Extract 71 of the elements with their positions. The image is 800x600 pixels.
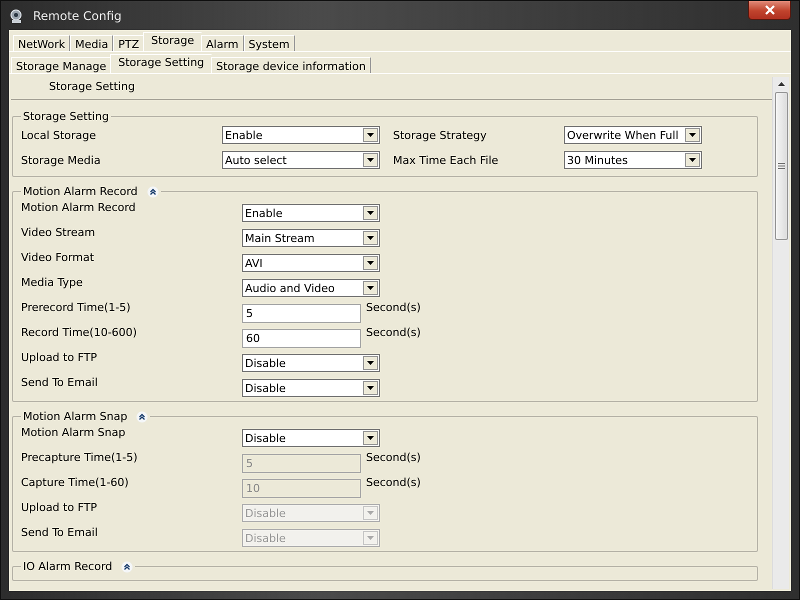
- unit-label: Second(s): [366, 301, 421, 314]
- caret-icon: [367, 436, 374, 440]
- field-label: Video Stream: [21, 226, 96, 239]
- caret-icon: [367, 511, 374, 515]
- collapse-icon[interactable]: [121, 560, 134, 572]
- tab[interactable]: Storage Setting: [110, 54, 212, 73]
- field-label: Record Time(10-600): [21, 326, 138, 339]
- tab[interactable]: Alarm: [201, 35, 244, 51]
- page-heading: Storage Setting: [11, 77, 772, 100]
- caret-icon: [367, 158, 374, 162]
- collapse-icon[interactable]: [136, 410, 148, 422]
- caret-icon: [367, 236, 374, 240]
- field-label: Motion Alarm Snap: [21, 426, 126, 439]
- grip-icon: [778, 163, 784, 169]
- tab[interactable]: Storage device information: [211, 57, 371, 73]
- dropdown[interactable]: Audio and Video: [242, 279, 380, 297]
- dropdown[interactable]: Enable: [222, 126, 380, 144]
- dropdown[interactable]: Overwrite When Full: [564, 126, 702, 144]
- field-label: Send To Email: [21, 526, 99, 539]
- caret-icon: [367, 211, 374, 215]
- field-label: Precapture Time(1-5): [21, 451, 139, 464]
- dropdown[interactable]: AVI: [242, 254, 380, 272]
- close-button[interactable]: [748, 1, 791, 20]
- tab[interactable]: Storage: [143, 32, 202, 51]
- unit-label: Second(s): [366, 476, 421, 489]
- field-label: Max Time Each File: [393, 154, 500, 166]
- window-title: Remote Config: [33, 8, 122, 22]
- group-title: IO Alarm Record: [23, 560, 114, 573]
- field-label: Video Format: [21, 251, 96, 264]
- input-field[interactable]: 5: [242, 304, 361, 323]
- dropdown[interactable]: Enable: [242, 204, 380, 222]
- caret-icon: [367, 361, 374, 365]
- field-label: Prerecord Time(1-5): [21, 301, 132, 314]
- caret-icon: [689, 158, 696, 162]
- field-label: Upload to FTP: [21, 501, 98, 514]
- collapse-icon[interactable]: [146, 186, 159, 198]
- scrollbar[interactable]: [772, 77, 789, 589]
- caret-icon: [367, 261, 374, 265]
- close-icon: [764, 5, 776, 15]
- caret-icon: [367, 386, 374, 390]
- unit-label: Second(s): [366, 326, 421, 339]
- group-title: Storage Setting: [22, 110, 110, 123]
- caret-icon: [367, 286, 374, 290]
- dropdown[interactable]: Auto select: [222, 151, 380, 169]
- unit-label: Second(s): [366, 451, 421, 464]
- field-label: Send To Email: [21, 376, 99, 389]
- field-label: Media Type: [21, 276, 84, 289]
- field-label: Local Storage: [21, 128, 98, 142]
- caret-icon: [367, 536, 374, 540]
- dropdown[interactable]: Disable: [242, 379, 380, 397]
- field-label: Motion Alarm Record: [21, 201, 137, 214]
- caret-icon: [367, 133, 374, 137]
- tab[interactable]: System: [244, 35, 295, 51]
- tab[interactable]: Media: [70, 35, 114, 51]
- field-label: Storage Media: [21, 154, 102, 166]
- field-label: Capture Time(1-60): [21, 476, 130, 489]
- dropdown[interactable]: Disable: [242, 429, 380, 447]
- caret-icon: [689, 133, 696, 137]
- scroll-thumb[interactable]: [774, 92, 788, 240]
- arrow-up-icon[interactable]: [778, 82, 784, 86]
- tab[interactable]: NetWork: [13, 35, 70, 51]
- tab[interactable]: Storage Manage: [11, 57, 112, 73]
- group-title: Motion Alarm Record: [23, 185, 139, 198]
- dropdown[interactable]: Main Stream: [242, 229, 380, 247]
- input-field[interactable]: 60: [242, 329, 361, 348]
- dropdown[interactable]: Disable: [242, 354, 380, 372]
- field-label: Upload to FTP: [21, 351, 98, 364]
- dropdown[interactable]: 30 Minutes: [564, 151, 702, 169]
- field-label: Storage Strategy: [393, 128, 488, 142]
- group-title: Motion Alarm Snap: [23, 410, 128, 423]
- tab[interactable]: PTZ: [113, 35, 144, 51]
